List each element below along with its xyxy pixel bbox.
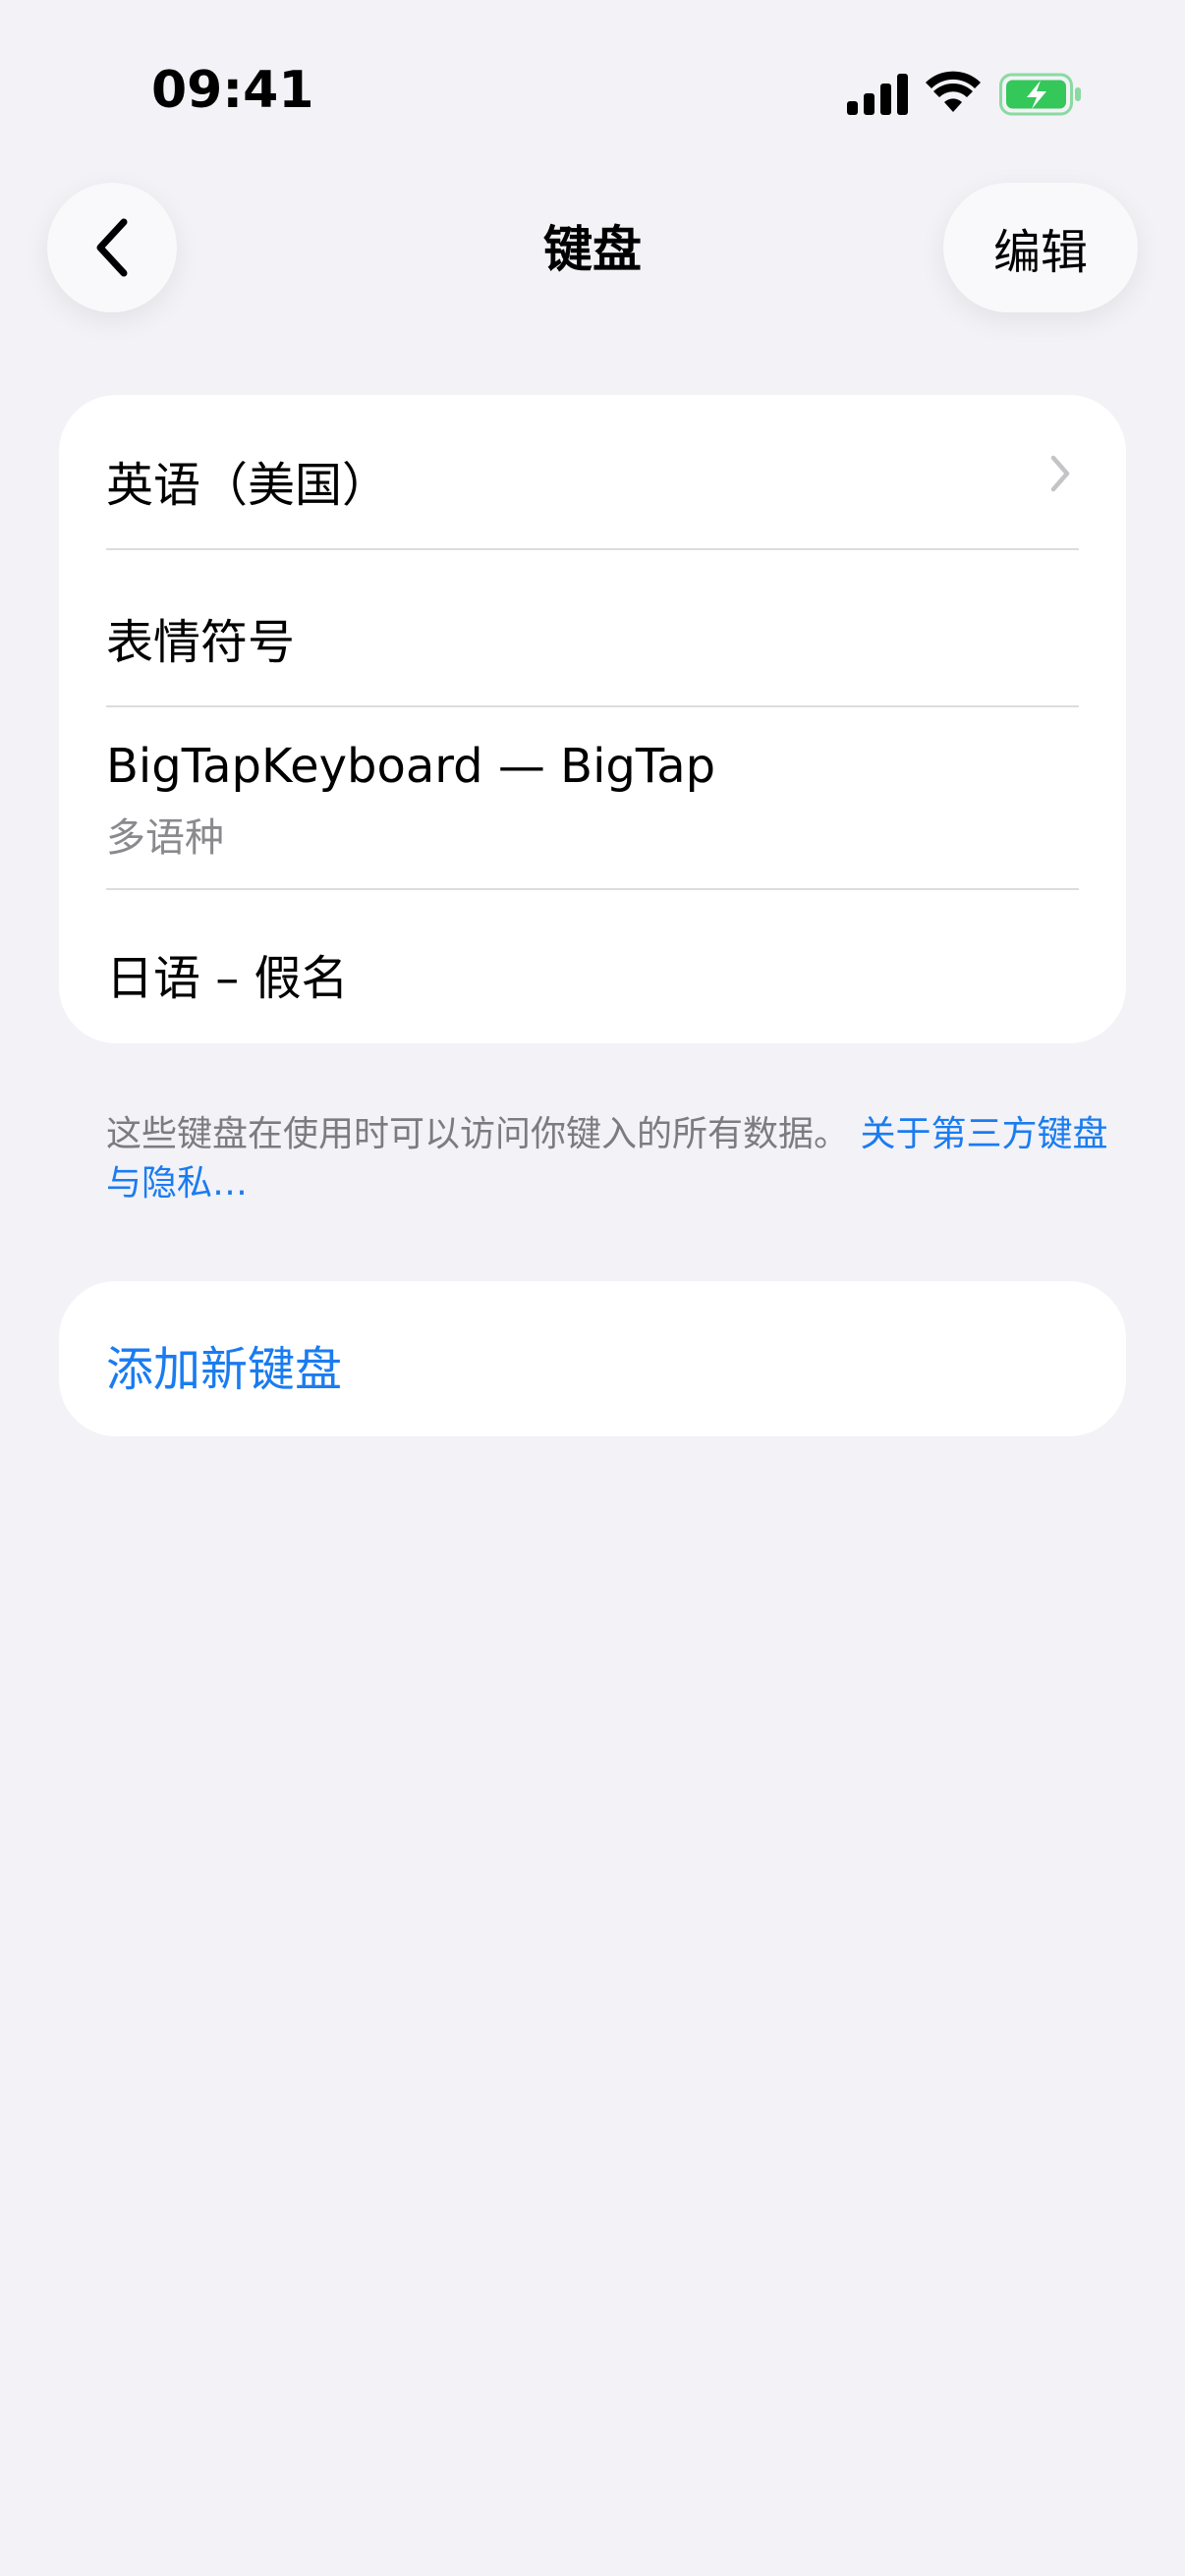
keyboard-list: 英语（美国） 表情符号 BigTapKeyboard — BigTap 多语种 … <box>59 395 1126 1043</box>
row-sublabel: 多语种 <box>106 815 224 861</box>
row-label: 日语 – 假名 <box>106 951 349 1006</box>
status-time: 09:41 <box>151 61 314 120</box>
status-bar: 09:41 <box>0 0 1185 187</box>
battery-charging-icon <box>999 73 1081 116</box>
privacy-footnote: 这些键盘在使用时可以访问你键入的所有数据。 关于第三方键盘与隐私… <box>106 1110 1108 1208</box>
wifi-icon <box>926 71 981 112</box>
add-keyboard-label: 添加新键盘 <box>106 1342 343 1397</box>
chevron-right-icon <box>1050 455 1070 492</box>
list-item-emoji[interactable]: 表情符号 <box>59 550 1126 707</box>
signal-icon <box>847 74 908 115</box>
row-label: 英语（美国） <box>106 458 390 513</box>
list-item-bigtap[interactable]: BigTapKeyboard — BigTap 多语种 <box>59 707 1126 890</box>
list-item-english[interactable]: 英语（美国） <box>59 395 1126 550</box>
footnote-text: 这些键盘在使用时可以访问你键入的所有数据。 <box>106 1114 850 1154</box>
list-item-japanese-kana[interactable]: 日语 – 假名 <box>59 890 1126 1043</box>
add-keyboard-button[interactable]: 添加新键盘 <box>59 1281 1126 1436</box>
row-label: BigTapKeyboard — BigTap <box>106 739 716 794</box>
row-label: 表情符号 <box>106 615 296 670</box>
edit-button[interactable]: 编辑 <box>943 183 1138 312</box>
